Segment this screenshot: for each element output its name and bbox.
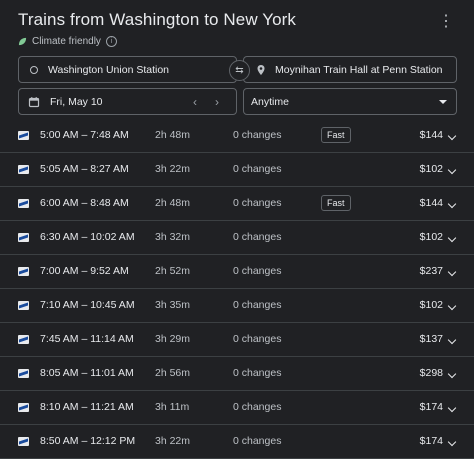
amtrak-logo-icon — [18, 233, 29, 242]
expand-chevron-icon[interactable] — [447, 131, 457, 141]
expand-chevron-icon[interactable] — [447, 233, 457, 243]
expand-chevron-icon[interactable] — [447, 369, 457, 379]
trip-row[interactable]: 5:00 AM – 7:48 AM 2h 48m 0 changes Fast $144 — [0, 119, 474, 153]
trip-price: $174 — [419, 435, 443, 447]
trip-times: 5:05 AM – 8:27 AM — [40, 163, 129, 175]
trip-price: $144 — [419, 197, 443, 209]
trip-list: 5:00 AM – 7:48 AM 2h 48m 0 changes Fast $144… — [0, 119, 474, 459]
trip-changes: 0 changes — [233, 265, 282, 277]
trip-duration: 2h 48m — [155, 197, 191, 209]
amtrak-logo-icon — [18, 267, 29, 276]
trip-times: 7:00 AM – 9:52 AM — [40, 265, 129, 277]
trip-row[interactable]: 8:05 AM – 11:01 AM 2h 56m 0 changes $298 — [0, 357, 474, 391]
trip-duration: 2h 48m — [155, 129, 191, 141]
trip-row[interactable]: 7:45 AM – 11:14 AM 3h 29m 0 changes $137 — [0, 323, 474, 357]
swap-icon: ⇆ — [235, 65, 244, 76]
fast-badge: Fast — [321, 127, 351, 143]
trip-price: $137 — [419, 333, 443, 345]
trip-row[interactable]: 7:00 AM – 9:52 AM 2h 52m 0 changes $237 — [0, 255, 474, 289]
previous-date-icon[interactable]: ‹ — [193, 95, 197, 109]
more-options-icon[interactable]: ⋮ — [438, 14, 454, 30]
trip-changes: 0 changes — [233, 401, 282, 413]
amtrak-logo-icon — [18, 369, 29, 378]
trip-duration: 2h 56m — [155, 367, 191, 379]
expand-chevron-icon[interactable] — [447, 301, 457, 311]
expand-chevron-icon[interactable] — [447, 335, 457, 345]
calendar-icon — [28, 96, 40, 107]
destination-field[interactable]: Moynihan Train Hall at Penn Station — [243, 56, 457, 83]
trip-times: 6:30 AM – 10:02 AM — [40, 231, 135, 243]
trip-price: $237 — [419, 265, 443, 277]
trip-times: 8:50 AM – 12:12 PM — [40, 435, 136, 447]
climate-label: Climate friendly i — [18, 36, 474, 47]
trip-duration: 3h 32m — [155, 231, 191, 243]
trip-price: $174 — [419, 401, 443, 413]
trip-times: 7:10 AM – 10:45 AM — [40, 299, 135, 311]
origin-circle-icon — [30, 65, 38, 74]
trip-changes: 0 changes — [233, 231, 282, 243]
trip-times: 8:10 AM – 11:21 AM — [40, 401, 134, 413]
time-select[interactable]: Anytime — [243, 88, 457, 115]
date-value: Fri, May 10 — [50, 95, 103, 108]
info-icon[interactable]: i — [105, 36, 117, 47]
origin-value: Washington Union Station — [48, 63, 170, 76]
page-title: Trains from Washington to New York — [18, 10, 297, 29]
trip-changes: 0 changes — [233, 333, 282, 345]
trip-times: 8:05 AM – 11:01 AM — [40, 367, 134, 379]
trip-row[interactable]: 7:10 AM – 10:45 AM 3h 35m 0 changes $102 — [0, 289, 474, 323]
amtrak-logo-icon — [18, 301, 29, 310]
next-date-icon[interactable]: › — [215, 95, 219, 109]
trip-times: 6:00 AM – 8:48 AM — [40, 197, 129, 209]
destination-value: Moynihan Train Hall at Penn Station — [275, 63, 443, 76]
expand-chevron-icon[interactable] — [447, 199, 457, 209]
amtrak-logo-icon — [18, 131, 29, 140]
expand-chevron-icon[interactable] — [447, 403, 457, 413]
trip-changes: 0 changes — [233, 367, 282, 379]
trip-duration: 3h 35m — [155, 299, 191, 311]
trip-row[interactable]: 8:50 AM – 12:12 PM 3h 22m 0 changes $174 — [0, 425, 474, 459]
trip-duration: 3h 22m — [155, 163, 191, 175]
amtrak-logo-icon — [18, 165, 29, 174]
climate-friendly-text: Climate friendly — [32, 36, 101, 47]
location-pin-icon — [257, 64, 265, 75]
trip-duration: 2h 52m — [155, 265, 191, 277]
trip-price: $102 — [419, 163, 443, 175]
trip-changes: 0 changes — [233, 163, 282, 175]
trip-row[interactable]: 8:10 AM – 11:21 AM 3h 11m 0 changes $174 — [0, 391, 474, 425]
trip-duration: 3h 11m — [155, 401, 190, 413]
trip-price: $102 — [419, 231, 443, 243]
trip-price: $298 — [419, 367, 443, 379]
amtrak-logo-icon — [18, 335, 29, 344]
trip-duration: 3h 29m — [155, 333, 191, 345]
trip-row[interactable]: 6:30 AM – 10:02 AM 3h 32m 0 changes $102 — [0, 221, 474, 255]
expand-chevron-icon[interactable] — [447, 437, 457, 447]
trip-times: 7:45 AM – 11:14 AM — [40, 333, 134, 345]
trip-changes: 0 changes — [233, 197, 282, 209]
results-header: Trains from Washington to New York ⋮ Cli… — [18, 10, 474, 47]
amtrak-logo-icon — [18, 437, 29, 446]
trip-price: $102 — [419, 299, 443, 311]
fast-badge: Fast — [321, 195, 351, 211]
dropdown-arrow-icon — [439, 100, 447, 104]
time-value: Anytime — [251, 95, 289, 108]
swap-button[interactable]: ⇆ — [229, 60, 250, 81]
expand-chevron-icon[interactable] — [447, 267, 457, 277]
origin-field[interactable]: Washington Union Station — [18, 56, 237, 83]
amtrak-logo-icon — [18, 199, 29, 208]
trip-row[interactable]: 6:00 AM – 8:48 AM 2h 48m 0 changes Fast $144 — [0, 187, 474, 221]
trip-row[interactable]: 5:05 AM – 8:27 AM 3h 22m 0 changes $102 — [0, 153, 474, 187]
amtrak-logo-icon — [18, 403, 29, 412]
leaf-icon — [18, 37, 27, 46]
trip-duration: 3h 22m — [155, 435, 191, 447]
trip-times: 5:00 AM – 7:48 AM — [40, 129, 129, 141]
trip-changes: 0 changes — [233, 129, 282, 141]
date-field[interactable]: Fri, May 10 ‹ › — [18, 88, 237, 115]
trip-changes: 0 changes — [233, 435, 282, 447]
trip-price: $144 — [419, 129, 443, 141]
expand-chevron-icon[interactable] — [447, 165, 457, 175]
trip-changes: 0 changes — [233, 299, 282, 311]
